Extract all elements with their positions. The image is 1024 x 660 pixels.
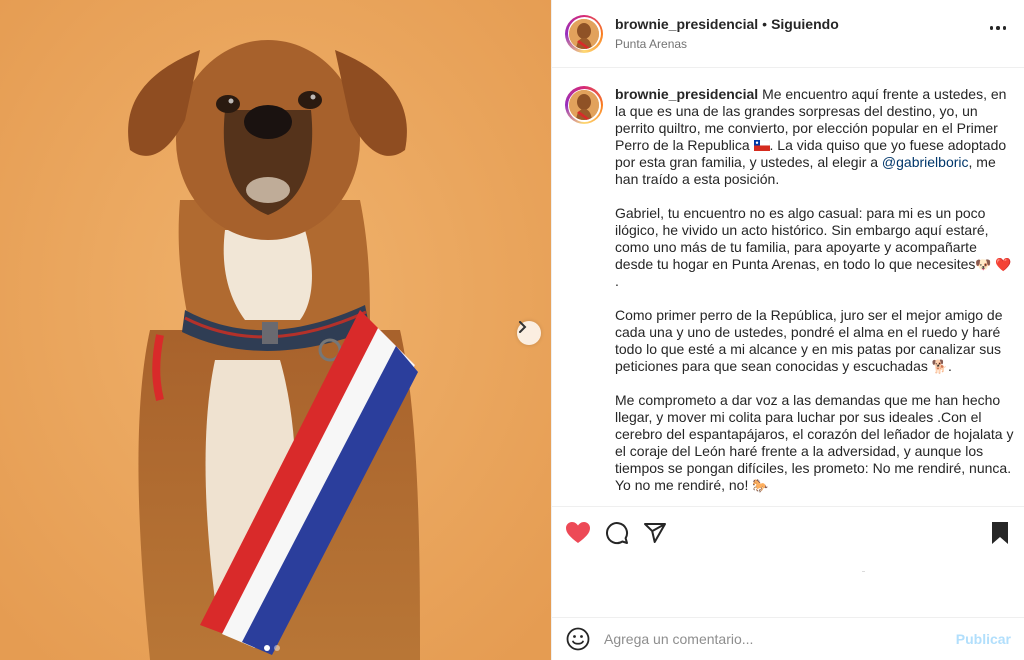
comment-input[interactable] xyxy=(604,631,956,647)
header-username[interactable]: brownie_presidencial xyxy=(615,16,758,32)
header-separator: • xyxy=(762,16,768,32)
bookmark-icon[interactable] xyxy=(990,521,1010,545)
caption-p3-end: . xyxy=(947,358,952,374)
share-icon[interactable] xyxy=(643,521,667,545)
caption-p2-end: . xyxy=(615,273,619,289)
caption-text: brownie_presidencial Me encuentro aquí f… xyxy=(615,86,1014,494)
chile-flag-icon xyxy=(753,138,770,151)
mention-link[interactable]: @gabrielboric xyxy=(882,154,969,170)
heart-icon[interactable] xyxy=(565,521,591,545)
divider xyxy=(862,571,865,572)
dog-photo xyxy=(0,0,551,660)
action-bar xyxy=(552,506,1024,564)
avatar-image xyxy=(569,90,599,120)
post-image[interactable] xyxy=(0,0,551,660)
caption-section: brownie_presidencial Me encuentro aquí f… xyxy=(565,86,1014,506)
caption-username[interactable]: brownie_presidencial xyxy=(615,86,758,102)
next-image-button[interactable] xyxy=(517,321,541,345)
post-side-panel: brownie_presidencial • Siguiendo Punta A… xyxy=(551,0,1024,660)
avatar-image xyxy=(569,18,599,49)
post-header: brownie_presidencial • Siguiendo Punta A… xyxy=(552,0,1024,68)
chevron-right-icon xyxy=(519,321,527,333)
avatar[interactable] xyxy=(565,14,603,53)
caption-p4: Me comprometo a dar voz a las demandas q… xyxy=(615,392,1014,493)
location-link[interactable]: Punta Arenas xyxy=(615,37,839,51)
carousel-dot xyxy=(264,645,270,651)
carousel-indicator xyxy=(264,645,280,651)
publish-button[interactable]: Publicar xyxy=(956,631,1011,647)
emoji-icon[interactable] xyxy=(566,627,590,651)
comment-icon[interactable] xyxy=(605,521,629,545)
following-button[interactable]: Siguiendo xyxy=(771,16,839,32)
caption-p3-emoji: 🐕 xyxy=(931,359,948,374)
caption-avatar[interactable] xyxy=(565,86,603,124)
caption-p4-emoji: 🐎 xyxy=(752,478,769,493)
more-icon[interactable] xyxy=(989,26,1006,30)
comment-bar: Publicar xyxy=(552,617,1024,660)
caption-p2-emoji: 🐶 ❤️ xyxy=(975,257,1012,272)
carousel-dot xyxy=(274,645,280,651)
caption-p2: Gabriel, tu encuentro no es algo casual:… xyxy=(615,205,989,272)
